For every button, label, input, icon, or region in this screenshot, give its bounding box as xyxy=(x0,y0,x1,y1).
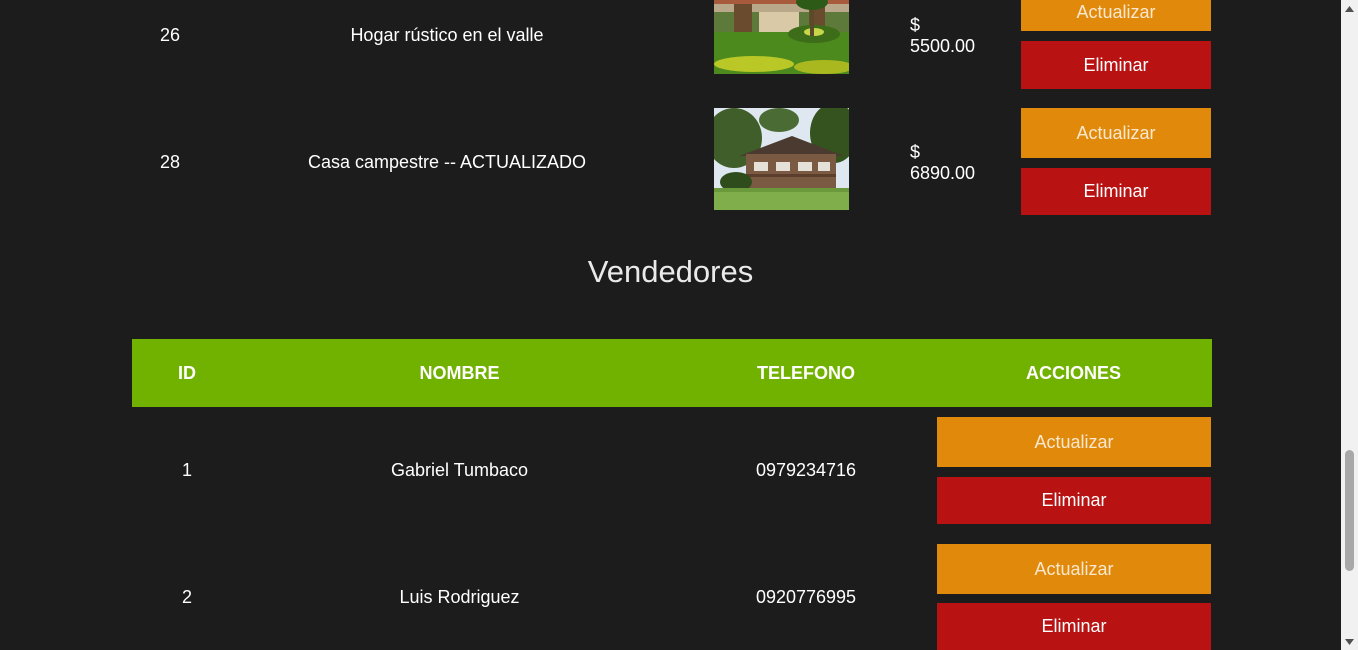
actualizar-button[interactable]: Actualizar xyxy=(1021,0,1211,31)
vendedor-id: 2 xyxy=(181,587,192,607)
table-row: 2 Luis Rodriguez 0920776995 Actualizar E… xyxy=(132,534,1212,650)
acciones-cell: Actualizar Eliminar xyxy=(1021,99,1211,226)
actualizar-button[interactable]: Actualizar xyxy=(1021,108,1211,158)
header-acciones: ACCIONES xyxy=(1025,362,1121,383)
propiedad-id: 26 xyxy=(159,25,181,45)
vendedor-nombre: Gabriel Tumbaco xyxy=(390,460,529,480)
table-row: 28 Casa campestre -- ACTUALIZADO $ 6890.… xyxy=(132,99,1212,226)
eliminar-button[interactable]: Eliminar xyxy=(1021,41,1211,89)
propiedad-imagen xyxy=(714,108,849,210)
propiedad-precio: $ 5500.00 xyxy=(910,14,976,56)
page-viewport: 26 Hogar rústico en el valle $ 5500.00 A… xyxy=(0,0,1341,650)
section-title-vendedores: Vendedores xyxy=(587,254,754,289)
actualizar-button[interactable]: Actualizar xyxy=(937,544,1211,594)
actualizar-button[interactable]: Actualizar xyxy=(937,417,1211,467)
scroll-down-arrow-icon[interactable] xyxy=(1341,633,1358,650)
eliminar-button[interactable]: Eliminar xyxy=(937,603,1211,650)
acciones-cell: Actualizar Eliminar xyxy=(1021,0,1211,99)
vendedor-telefono: 0979234716 xyxy=(755,460,857,480)
vendedor-telefono: 0920776995 xyxy=(755,587,857,607)
propiedad-imagen xyxy=(714,0,849,74)
propiedad-titulo: Hogar rústico en el valle xyxy=(350,25,544,45)
eliminar-button[interactable]: Eliminar xyxy=(937,477,1211,524)
vertical-scrollbar[interactable] xyxy=(1341,0,1358,650)
vendedor-id: 1 xyxy=(181,460,192,480)
header-nombre: NOMBRE xyxy=(419,362,500,383)
acciones-cell: Actualizar Eliminar xyxy=(937,407,1211,534)
header-id: ID xyxy=(178,362,196,383)
propiedad-titulo: Casa campestre -- ACTUALIZADO xyxy=(307,152,587,172)
eliminar-button[interactable]: Eliminar xyxy=(1021,168,1211,215)
scroll-up-arrow-icon[interactable] xyxy=(1341,0,1358,17)
propiedad-precio: $ 6890.00 xyxy=(910,141,976,183)
table-row: 26 Hogar rústico en el valle $ 5500.00 A… xyxy=(132,0,1212,99)
acciones-cell: Actualizar Eliminar xyxy=(937,534,1211,650)
propiedad-id: 28 xyxy=(159,152,181,172)
vendedor-nombre: Luis Rodriguez xyxy=(399,587,520,607)
scrollbar-thumb[interactable] xyxy=(1345,450,1354,571)
header-telefono: TELEFONO xyxy=(757,362,855,383)
table-row: 1 Gabriel Tumbaco 0979234716 Actualizar … xyxy=(132,407,1212,534)
table-header: ID NOMBRE TELEFONO ACCIONES xyxy=(132,339,1212,407)
